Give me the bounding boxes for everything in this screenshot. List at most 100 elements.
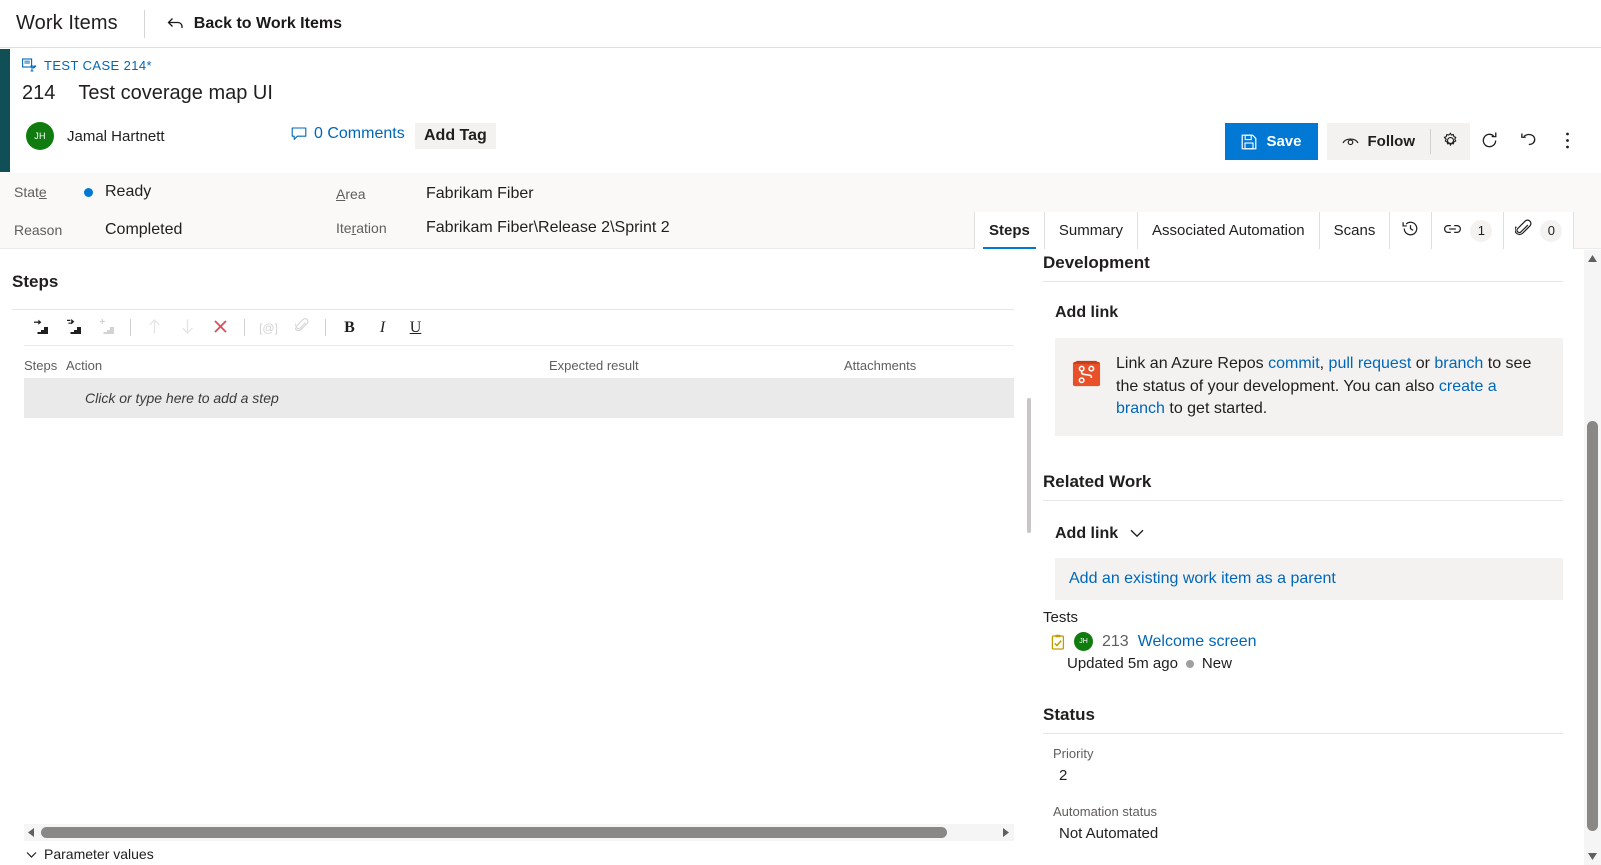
status-field-priority[interactable]: Priority 2 (1053, 746, 1563, 784)
work-item-type-label: TEST CASE 214* (44, 58, 152, 73)
undo-icon (1519, 131, 1538, 153)
tab-history[interactable] (1390, 212, 1433, 249)
related-work-group-label: Tests (1043, 609, 1079, 627)
branch-link[interactable]: branch (1434, 355, 1483, 372)
revert-button[interactable] (1509, 123, 1548, 160)
left-content-column: Steps [@] B I U Steps Action Expected re… (0, 250, 1030, 865)
field-iteration[interactable]: Iteration Fabrikam Fiber\Release 2\Sprin… (336, 219, 670, 237)
development-add-link[interactable]: Add link (1055, 304, 1563, 322)
insert-step-button[interactable] (24, 312, 57, 344)
related-test-state: New (1201, 655, 1232, 673)
italic-button[interactable]: I (366, 312, 399, 344)
insert-shared-step-button[interactable] (57, 312, 90, 344)
horizontal-scroll-thumb[interactable] (41, 827, 947, 838)
attachments-count: 0 (1540, 219, 1563, 242)
work-item-type-link[interactable]: TEST CASE 214* (22, 58, 152, 73)
field-reason[interactable]: Reason Completed (14, 221, 182, 239)
refresh-button[interactable] (1470, 123, 1509, 160)
scroll-right-arrow-icon[interactable] (999, 828, 1014, 837)
right-panel-scroll-thumb[interactable] (1027, 398, 1031, 533)
scroll-left-arrow-icon[interactable] (24, 828, 39, 837)
development-divider (1043, 281, 1563, 282)
history-icon (1401, 219, 1420, 242)
tab-summary[interactable]: Summary (1044, 212, 1139, 249)
detail-tabs: Steps Summary Associated Automation Scan… (974, 212, 1575, 249)
settings-button[interactable] (1431, 123, 1470, 160)
toolbar-divider-3 (325, 319, 326, 336)
eye-icon (1341, 136, 1359, 148)
tab-associated-automation[interactable]: Associated Automation (1138, 212, 1320, 249)
work-item-header: TEST CASE 214* 214 Test coverage map UI … (0, 49, 1601, 173)
development-heading: Development (1043, 253, 1150, 272)
steps-toolbar: [@] B I U (24, 310, 1014, 346)
italic-icon: I (379, 318, 386, 336)
insert-parameter-button[interactable]: [@] (252, 312, 285, 344)
field-area-label: Area (336, 186, 366, 202)
add-tag-button[interactable]: Add Tag (415, 123, 496, 149)
tab-scans[interactable]: Scans (1319, 212, 1391, 249)
scroll-down-arrow-icon[interactable] (1584, 848, 1601, 865)
priority-label: Priority (1053, 746, 1094, 762)
field-area[interactable]: Area Fabrikam Fiber (336, 185, 534, 203)
steps-add-row[interactable]: Click or type here to add a step (24, 378, 1014, 418)
vertical-scroll-thumb[interactable] (1587, 421, 1598, 831)
related-work-add-link-label: Add link (1055, 525, 1119, 543)
parameter-values-label: Parameter values (44, 846, 154, 862)
work-item-type-accent (0, 49, 10, 172)
comments-label: 0 Comments (314, 125, 405, 142)
back-link-label: Back to Work Items (193, 14, 342, 32)
field-reason-label: Reason (14, 222, 63, 238)
commit-link[interactable]: commit (1268, 355, 1320, 372)
field-state[interactable]: State Ready (14, 183, 151, 201)
move-step-down-button[interactable] (171, 312, 204, 344)
right-panel-inner: Development Add link Link an Azure Repos… (1031, 253, 1585, 842)
delete-step-button[interactable] (204, 312, 237, 344)
horizontal-scroll-track[interactable] (39, 824, 999, 841)
pull-request-link[interactable]: pull request (1329, 355, 1412, 372)
more-options-button[interactable] (1548, 123, 1587, 160)
test-case-icon (22, 58, 37, 73)
assignee-row[interactable]: JH Jamal Hartnett (26, 122, 165, 150)
dev-text-comma: , (1319, 355, 1329, 372)
tab-attachments[interactable]: 0 (1504, 212, 1575, 249)
comment-bubble-icon (291, 126, 307, 142)
status-field-automation[interactable]: Automation status Not Automated (1053, 804, 1563, 842)
related-test-name[interactable]: Welcome screen (1138, 633, 1257, 651)
bold-button[interactable]: B (333, 312, 366, 344)
move-up-icon (147, 318, 162, 338)
back-to-work-items-link[interactable]: Back to Work Items (167, 15, 342, 33)
refresh-icon (1480, 131, 1499, 153)
save-label: Save (1266, 133, 1302, 150)
underline-button[interactable]: U (399, 312, 432, 344)
steps-horizontal-scrollbar[interactable] (24, 824, 1014, 841)
create-shared-step-button[interactable] (90, 312, 123, 344)
column-attachments: Attachments (844, 357, 917, 373)
scroll-up-arrow-icon[interactable] (1584, 250, 1601, 267)
underline-icon: U (409, 318, 422, 336)
add-parent-work-item-link[interactable]: Add an existing work item as a parent (1055, 558, 1563, 601)
follow-label: Follow (1367, 133, 1416, 150)
work-item-title[interactable]: Test coverage map UI (78, 82, 273, 105)
field-state-value: Ready (105, 183, 152, 200)
related-work-divider (1043, 500, 1563, 502)
comments-link[interactable]: 0 Comments (291, 125, 405, 143)
follow-button[interactable]: Follow (1327, 123, 1431, 160)
test-case-clipboard-icon (1051, 634, 1065, 650)
step-attachment-button[interactable] (285, 312, 318, 344)
tab-steps[interactable]: Steps (975, 212, 1045, 249)
bold-icon: B (344, 318, 355, 336)
related-work-add-link[interactable]: Add link (1055, 525, 1563, 543)
insert-shared-step-icon (65, 318, 82, 338)
page-vertical-scrollbar[interactable] (1584, 250, 1601, 865)
list-item[interactable]: JH 213 Welcome screen (1051, 632, 1563, 652)
links-icon (1443, 222, 1462, 240)
tab-links[interactable]: 1 (1432, 212, 1505, 249)
avatar: JH (1074, 632, 1093, 652)
dev-text-3: to get started. (1164, 400, 1268, 418)
move-down-icon (180, 318, 195, 338)
related-test-id: 213 (1102, 632, 1129, 650)
state-dot-icon (84, 187, 93, 197)
save-button[interactable]: Save (1225, 123, 1318, 160)
parameter-values-toggle[interactable]: Parameter values (26, 846, 154, 862)
move-step-up-button[interactable] (138, 312, 171, 344)
